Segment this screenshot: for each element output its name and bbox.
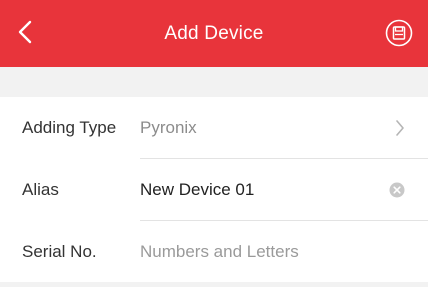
section-spacer (0, 67, 428, 97)
serial-input[interactable]: Numbers and Letters (140, 221, 299, 282)
alias-input[interactable]: New Device 01 (140, 159, 254, 220)
save-button[interactable] (384, 18, 414, 48)
adding-type-row[interactable]: Adding Type Pyronix (0, 97, 428, 158)
serial-label: Serial No. (22, 241, 97, 261)
chevron-right-icon[interactable] (392, 117, 408, 139)
adding-type-label: Adding Type (22, 117, 117, 137)
serial-row: Serial No. Numbers and Letters (0, 221, 428, 282)
bottom-spacer (0, 282, 428, 287)
alias-row: Alias New Device 01 (0, 159, 428, 220)
header-bar: Add Device (0, 0, 428, 67)
alias-label: Alias (22, 179, 59, 199)
adding-type-value: Pyronix (140, 117, 197, 137)
device-form: Adding Type Pyronix Alias New Device 01 … (0, 97, 428, 287)
page-title: Add Device (164, 22, 264, 44)
clear-icon[interactable] (388, 181, 406, 199)
save-circle-icon (385, 19, 413, 47)
